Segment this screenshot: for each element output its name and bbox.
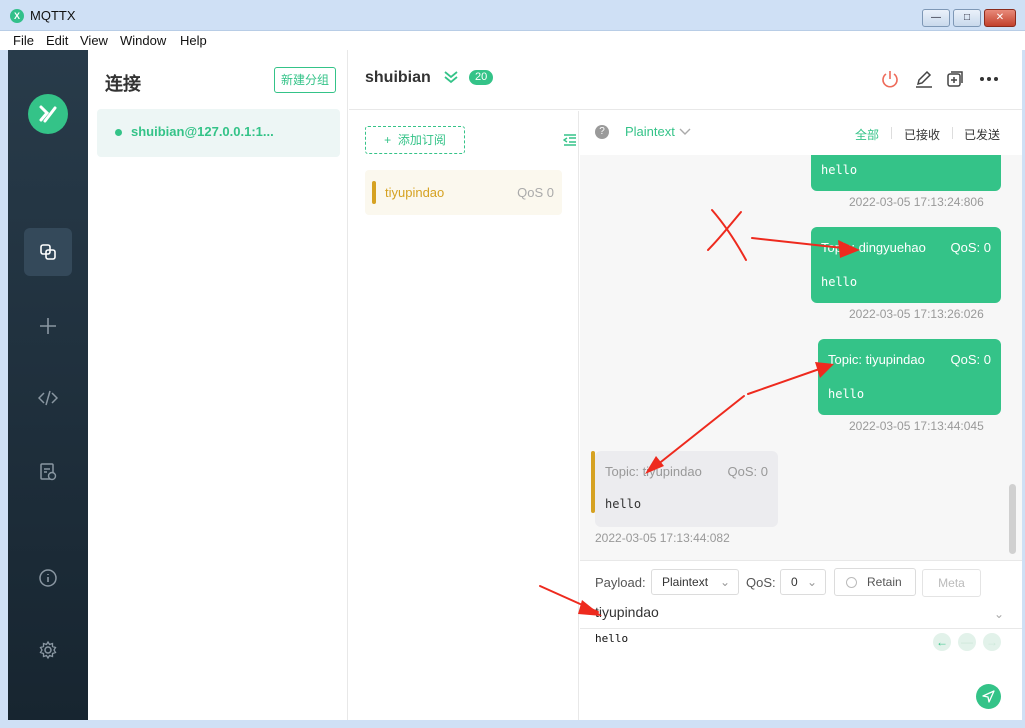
subscription-topic: tiyupindao <box>385 185 445 200</box>
message-payload: hello <box>605 497 642 511</box>
qos-select[interactable]: 0 ⌄ <box>780 569 826 595</box>
mqttx-app-icon: X <box>10 9 24 23</box>
menu-window[interactable]: Window <box>120 33 166 48</box>
payload-label: Payload: <box>595 575 646 590</box>
connection-header: shuibian 20 <box>349 50 1025 110</box>
message-qos: QoS: 0 <box>727 464 768 479</box>
payload-type-value: Plaintext <box>625 124 675 139</box>
message-payload: hello <box>821 163 858 177</box>
publish-panel: Payload: Plaintext ⌄ QoS: 0 ⌄ Retain Met… <box>580 560 1025 720</box>
menu-bar: File Edit View Window Help <box>0 31 1025 50</box>
publish-divider <box>580 628 1025 629</box>
message-color-bar <box>591 451 595 513</box>
retain-toggle[interactable]: Retain <box>834 568 916 596</box>
about-info-icon[interactable] <box>24 554 72 602</box>
connection-item[interactable]: shuibian@127.0.0.1:1... <box>97 109 340 157</box>
history-clear-icon[interactable]: — <box>958 633 976 651</box>
menu-help[interactable]: Help <box>180 33 207 48</box>
message-bubble-sent: hello <box>811 155 1001 191</box>
subscription-list: + 添加订阅 tiyupindao QoS 0 <box>349 111 579 720</box>
chevron-down-icon: ⌄ <box>719 575 730 589</box>
chevron-down-icon[interactable]: ⌄ <box>994 607 1004 621</box>
retain-label: Retain <box>867 575 902 589</box>
minimize-button[interactable]: — <box>922 9 950 27</box>
retain-radio-icon <box>846 577 857 588</box>
connections-title: 连接 <box>105 74 141 94</box>
connection-status-dot <box>115 129 122 136</box>
subscription-qos: QoS 0 <box>517 185 554 200</box>
message-bubble-sent: Topic: dingyuehao QoS: 0 hello <box>811 227 1001 303</box>
message-scrollbar[interactable] <box>1009 484 1016 554</box>
close-window-button[interactable]: ✕ <box>984 9 1016 27</box>
filter-divider <box>952 127 953 139</box>
plus-icon: + <box>384 133 392 147</box>
new-group-button[interactable]: 新建分组 <box>274 67 336 93</box>
send-button[interactable] <box>976 684 1001 709</box>
message-time: 2022-03-05 17:13:24:806 <box>849 195 984 209</box>
new-window-icon[interactable] <box>945 69 965 89</box>
connections-panel: 连接 新建分组 shuibian@127.0.0.1:1... <box>88 50 348 720</box>
maximize-button[interactable]: □ <box>953 9 981 27</box>
nav-sidebar <box>8 50 88 720</box>
meta-button[interactable]: Meta <box>922 569 981 597</box>
message-payload: hello <box>821 275 858 289</box>
message-toolbar: ? Plaintext 全部 已接收 已发送 <box>580 111 1025 155</box>
log-file-icon[interactable] <box>24 448 72 496</box>
filter-received-tab[interactable]: 已接收 <box>904 126 940 143</box>
mqttx-logo-icon <box>28 94 68 134</box>
subscription-item[interactable]: tiyupindao QoS 0 <box>365 170 562 215</box>
history-back-arrow-icon[interactable]: ← <box>933 633 951 651</box>
window-frame-left <box>0 50 8 728</box>
send-plane-icon <box>982 690 995 703</box>
message-time: 2022-03-05 17:13:44:082 <box>595 531 730 545</box>
message-topic: Topic: tiyupindao <box>828 352 925 367</box>
add-subscription-label: 添加订阅 <box>397 133 446 147</box>
payload-format-value: Plaintext <box>662 575 709 589</box>
expand-chevron-icon[interactable] <box>443 69 459 85</box>
payload-type-select[interactable]: Plaintext <box>625 124 691 139</box>
help-icon[interactable]: ? <box>595 125 609 139</box>
filter-all-tab[interactable]: 全部 <box>855 126 879 143</box>
subscription-color-bar <box>372 181 376 204</box>
payload-format-select[interactable]: Plaintext ⌄ <box>651 569 739 595</box>
window-titlebar: X MQTTX — □ ✕ <box>0 0 1025 31</box>
publish-topic-input[interactable]: tiyupindao <box>595 604 985 626</box>
menu-file[interactable]: File <box>13 33 34 48</box>
collapse-list-icon[interactable] <box>563 133 577 147</box>
message-qos: QoS: 0 <box>950 352 991 367</box>
menu-edit[interactable]: Edit <box>46 33 68 48</box>
add-subscription-button[interactable]: + 添加订阅 <box>365 126 465 154</box>
qos-label: QoS: <box>746 575 776 590</box>
history-forward-arrow-icon[interactable]: → <box>983 633 1001 651</box>
chevron-down-icon <box>679 128 690 135</box>
message-time: 2022-03-05 17:13:44:045 <box>849 419 984 433</box>
edit-pencil-icon[interactable] <box>914 69 934 89</box>
connection-name: shuibian@127.0.0.1:1... <box>131 124 274 139</box>
message-list: hello 2022-03-05 17:13:24:806 Topic: din… <box>580 155 1025 560</box>
menu-view[interactable]: View <box>80 33 108 48</box>
window-frame-bottom <box>0 720 1025 728</box>
qos-value: 0 <box>791 575 798 589</box>
chevron-down-icon: ⌄ <box>806 575 817 589</box>
script-code-icon[interactable] <box>24 374 72 422</box>
message-qos: QoS: 0 <box>950 240 991 255</box>
message-bubble-received: Topic: tiyupindao QoS: 0 hello <box>591 451 778 527</box>
message-topic: Topic: tiyupindao <box>605 464 702 479</box>
publish-payload-input[interactable]: hello <box>595 632 628 645</box>
connection-title: shuibian <box>365 69 431 86</box>
filter-divider <box>891 127 892 139</box>
message-bubble-sent: Topic: tiyupindao QoS: 0 hello <box>818 339 1001 415</box>
message-topic: Topic: dingyuehao <box>821 240 926 255</box>
settings-gear-icon[interactable] <box>24 626 72 674</box>
message-count-badge: 20 <box>469 70 494 85</box>
new-connection-plus-icon[interactable] <box>24 302 72 350</box>
window-title: MQTTX <box>30 8 76 23</box>
connections-nav-icon[interactable] <box>24 228 72 276</box>
message-time: 2022-03-05 17:13:26:026 <box>849 307 984 321</box>
message-payload: hello <box>828 387 865 401</box>
filter-sent-tab[interactable]: 已发送 <box>964 126 1000 143</box>
disconnect-power-icon[interactable] <box>880 69 900 89</box>
more-options-icon[interactable] <box>978 69 1000 89</box>
